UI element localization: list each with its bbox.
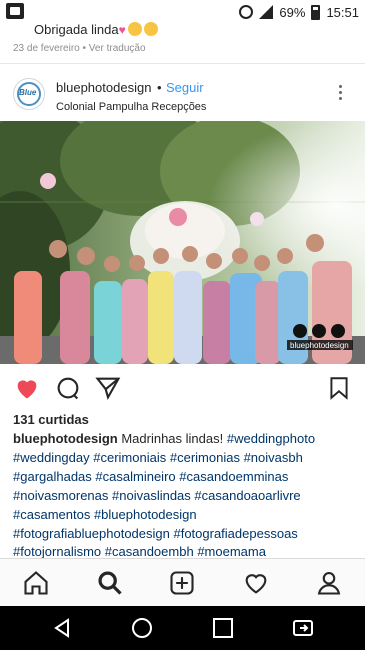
hashtag[interactable]: #casandoemminas xyxy=(179,469,288,484)
status-bar: 69% 15:51 xyxy=(0,0,365,24)
see-translation-link[interactable]: Ver tradução xyxy=(89,43,146,54)
status-indicators: 69% 15:51 xyxy=(239,3,359,21)
android-navigation-bar xyxy=(0,606,365,650)
hashtag[interactable]: #cerimoniais xyxy=(93,450,166,465)
follow-button[interactable]: Seguir xyxy=(166,80,204,95)
bookmark-icon[interactable] xyxy=(326,374,352,402)
post-location[interactable]: Colonial Pampulha Recepções xyxy=(56,101,206,113)
notification-app-icon xyxy=(6,3,24,19)
likes-count[interactable]: 131 curtidas xyxy=(13,412,89,427)
profile-icon[interactable] xyxy=(315,569,343,597)
post-photo[interactable]: bluephotodesign xyxy=(0,121,365,364)
hashtag[interactable]: #noivasmorenas xyxy=(13,488,108,503)
more-options-icon[interactable] xyxy=(339,85,343,103)
hashtag[interactable]: #noivasbh xyxy=(244,450,303,465)
heart-emoji-icon: ♥ xyxy=(118,23,126,37)
battery-icon xyxy=(311,4,321,20)
hashtag[interactable]: #moemama xyxy=(197,544,266,558)
comment-icon[interactable] xyxy=(54,374,82,402)
previous-comment-meta: 23 de fevereiro • Ver tradução xyxy=(13,43,146,54)
meta-separator: • xyxy=(82,43,87,54)
recents-icon[interactable] xyxy=(211,616,235,640)
hashtag[interactable]: #casamentos xyxy=(13,507,90,522)
avatar-logo-text: Blue xyxy=(19,88,37,97)
hashtag[interactable]: #bluephotodesign xyxy=(94,507,197,522)
hashtag[interactable]: #casalmineiro xyxy=(95,469,175,484)
caption-username[interactable]: bluephotodesign xyxy=(13,431,118,446)
clock: 15:51 xyxy=(326,4,359,20)
hashtag[interactable]: #gargalhadas xyxy=(13,469,92,484)
back-icon[interactable] xyxy=(50,616,74,640)
alarm-icon xyxy=(239,5,254,19)
comment-date: 23 de fevereiro xyxy=(13,43,80,54)
like-heart-icon[interactable] xyxy=(13,374,41,402)
hashtag[interactable]: #casandoaoarlivre xyxy=(194,488,300,503)
post-caption: bluephotodesign Madrinhas lindas! #weddi… xyxy=(13,430,353,558)
previous-comment-text: Obrigada linda xyxy=(34,22,119,37)
activity-heart-icon[interactable] xyxy=(242,569,270,597)
share-icon[interactable] xyxy=(94,374,122,402)
follow-separator: • xyxy=(157,80,162,95)
bridesmaids-photo: bluephotodesign xyxy=(0,121,365,364)
hashtag[interactable]: #casandoembh xyxy=(105,544,194,558)
avatar[interactable]: Blue xyxy=(13,78,45,110)
previous-comment: Obrigada linda♥ xyxy=(34,22,158,37)
hashtag[interactable]: #noivaslindas xyxy=(112,488,191,503)
hashtag[interactable]: #cerimonias xyxy=(170,450,240,465)
caption-text: Madrinhas lindas! xyxy=(121,431,224,446)
signal-icon xyxy=(259,5,274,19)
smile-emoji-icon xyxy=(143,22,158,36)
hashtag[interactable]: #fotografiadepessoas xyxy=(173,526,297,541)
hashtag[interactable]: #weddingphoto xyxy=(227,431,315,446)
add-post-icon[interactable] xyxy=(168,569,196,597)
home-icon[interactable] xyxy=(22,569,50,597)
photo-watermark: bluephotodesign xyxy=(290,341,349,350)
post-username[interactable]: bluephotodesign xyxy=(56,80,151,95)
home-circle-icon[interactable] xyxy=(130,616,154,640)
hashtag[interactable]: #weddingday xyxy=(13,450,90,465)
search-icon[interactable] xyxy=(96,569,124,597)
battery-percent: 69% xyxy=(279,4,306,20)
post-divider xyxy=(0,63,365,64)
screen-mirror-icon[interactable] xyxy=(291,616,315,640)
hashtag[interactable]: #fotografiabluephotodesign xyxy=(13,526,170,541)
hashtag[interactable]: #fotojornalismo xyxy=(13,544,101,558)
smile-emoji-icon xyxy=(127,22,142,36)
bottom-navigation xyxy=(0,558,365,606)
